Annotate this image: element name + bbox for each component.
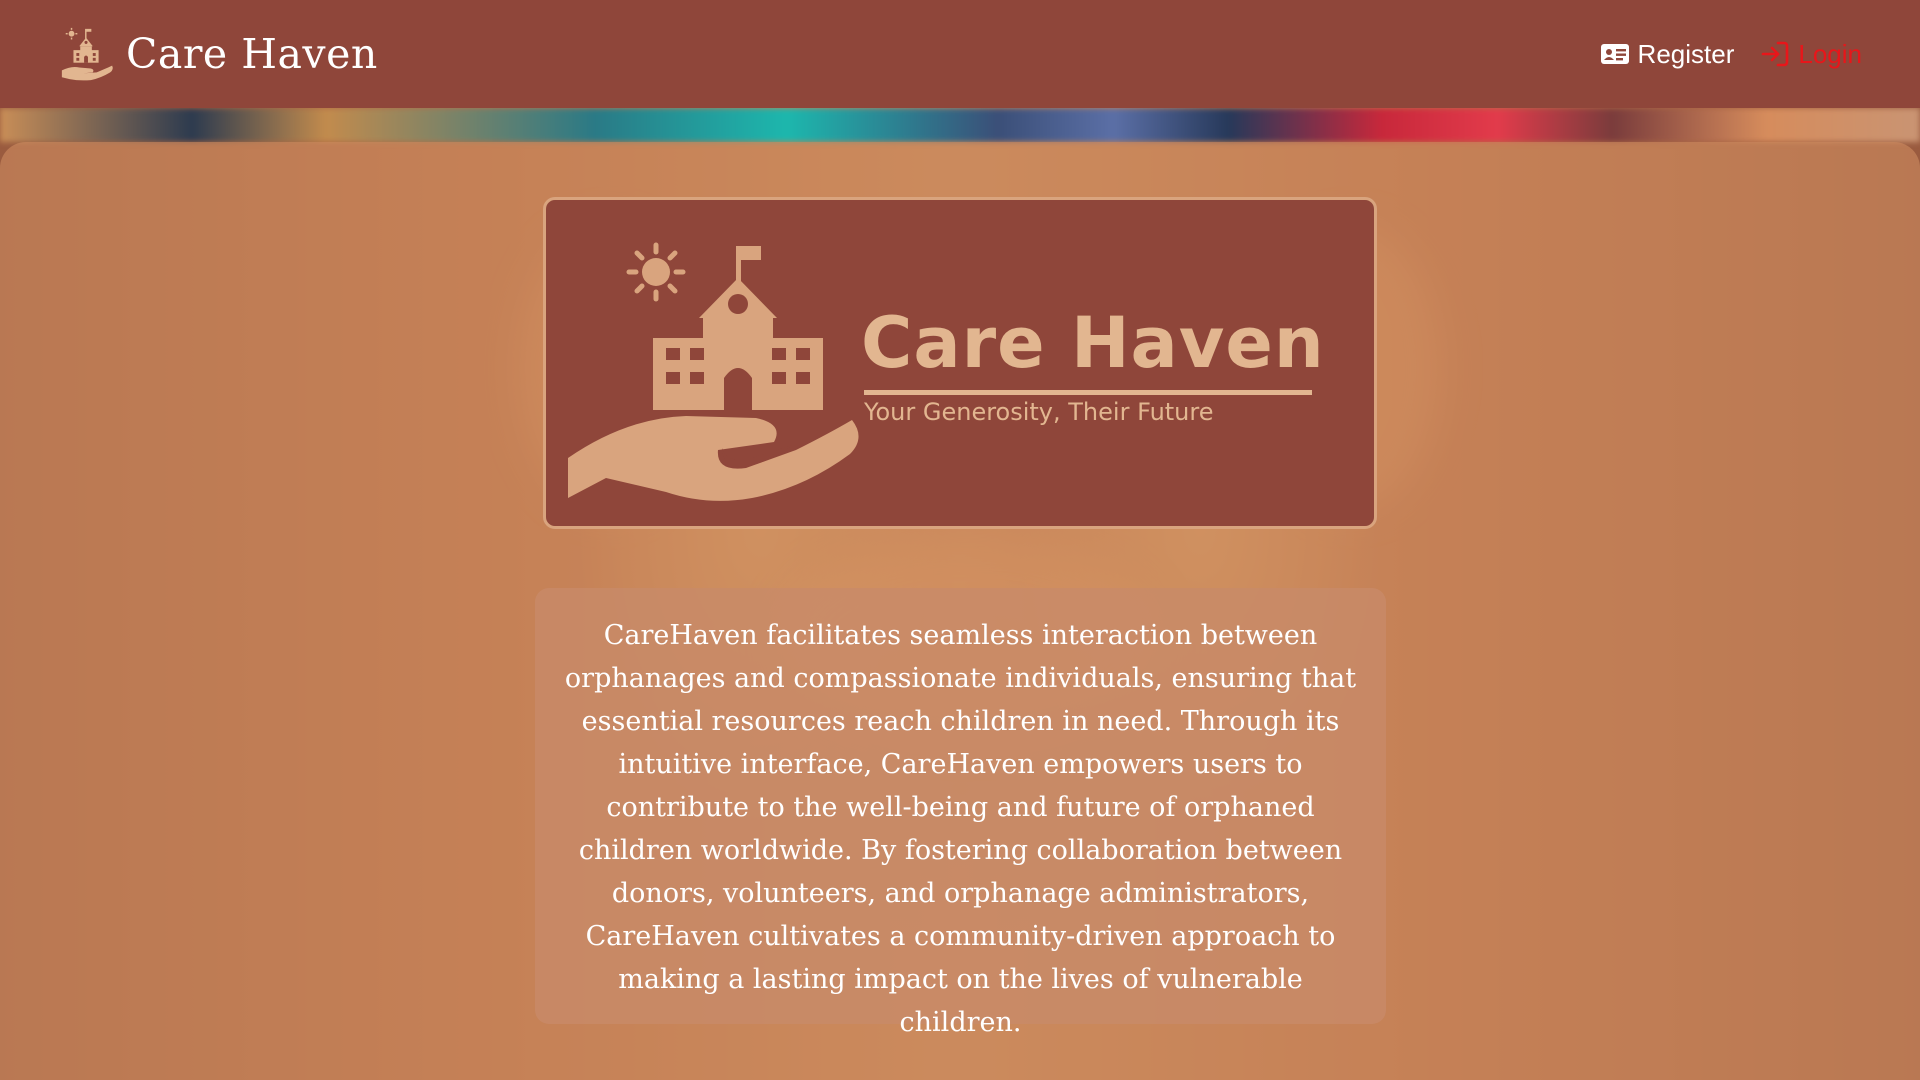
register-label: Register bbox=[1637, 38, 1735, 69]
hero-photo-strip bbox=[0, 108, 1920, 142]
logo-tagline: Your Generosity, Their Future bbox=[864, 398, 1214, 426]
brand-name: Care Haven bbox=[126, 30, 378, 78]
top-navbar: Care Haven Register Login bbox=[0, 0, 1920, 108]
logo-card: Care Haven Your Generosity, Their Future bbox=[543, 197, 1377, 529]
orphanage-hand-icon bbox=[568, 242, 859, 501]
logo-underline bbox=[864, 390, 1312, 395]
sign-in-icon bbox=[1762, 41, 1789, 67]
logo-title: Care Haven bbox=[861, 302, 1325, 384]
brand-home-link[interactable]: Care Haven bbox=[58, 25, 378, 83]
login-link[interactable]: Login bbox=[1760, 39, 1862, 70]
nav-links: Register Login bbox=[1600, 39, 1862, 70]
description-text: CareHaven facilitates seamless interacti… bbox=[564, 620, 1357, 1038]
register-link[interactable]: Register bbox=[1600, 38, 1735, 70]
description-box: CareHaven facilitates seamless interacti… bbox=[535, 588, 1386, 1038]
id-card-icon bbox=[1600, 44, 1629, 64]
orphanage-hand-icon bbox=[61, 27, 113, 81]
login-label: Login bbox=[1798, 38, 1862, 69]
